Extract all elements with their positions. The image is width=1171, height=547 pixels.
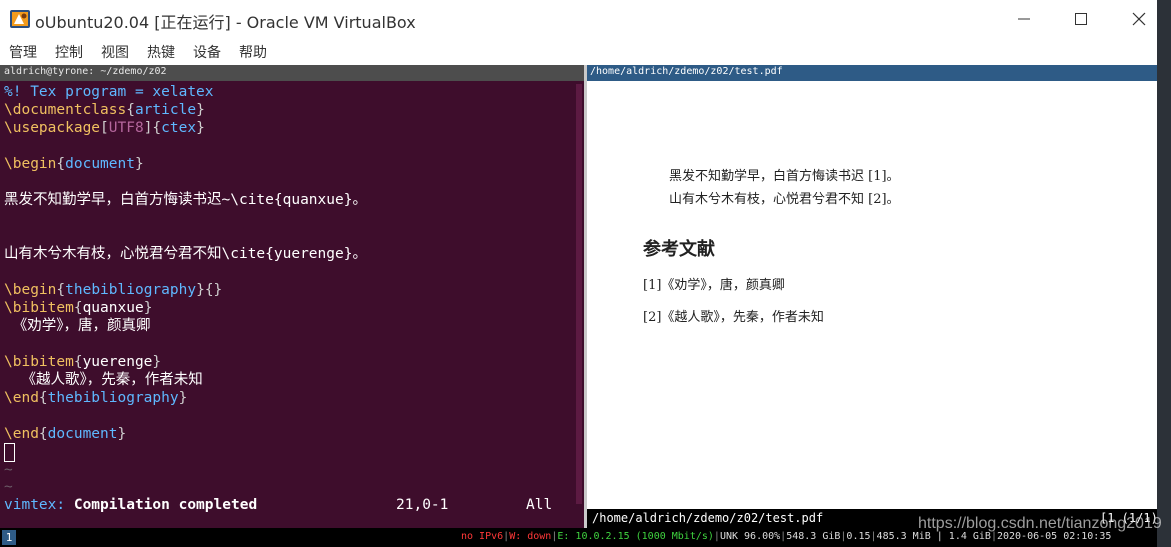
workspace-button[interactable]: 1 <box>2 530 16 545</box>
status-message: Compilation completed <box>73 497 258 513</box>
code-line: \end{thebibliography} <box>4 390 188 406</box>
vim-status-line: vimtex: Compilation completed <box>4 497 257 513</box>
code-line: 黑发不知勤学早，白首方悔读书迟~\cite{quanxue}。 <box>4 192 367 208</box>
code-line: \end{document} <box>4 426 127 442</box>
scroll-position: All <box>526 497 553 513</box>
menu-manage[interactable]: 管理 <box>9 42 37 62</box>
load-status: 0.15 <box>846 531 871 542</box>
pdf-title: /home/aldrich/zdemo/z02/test.pdf <box>590 66 783 77</box>
code-line: 《劝学》，唐，颜真卿 <box>4 318 151 334</box>
code-line: 《越人歌》，先秦，作者未知 <box>4 372 203 388</box>
maximize-icon <box>1075 13 1087 25</box>
pdf-footer-path: /home/aldrich/zdemo/z02/test.pdf <box>592 511 824 525</box>
menu-view[interactable]: 视图 <box>101 42 129 62</box>
vim-scrollbar[interactable] <box>576 84 582 504</box>
code-line: \begin{thebibliography}{} <box>4 282 223 298</box>
ipv6-status: no IPv6 <box>461 531 504 542</box>
empty-line-marker: ~ <box>4 479 13 495</box>
pdf-text-line: 山有木兮木有枝，心悦君兮君不知 [2]。 <box>669 192 900 207</box>
disk-status: 548.3 GiB <box>786 531 841 542</box>
window-title: oUbuntu20.04 [正在运行] - Oracle VM VirtualB… <box>35 13 416 32</box>
watermark: https://blog.csdn.net/tianzong2019 <box>918 515 1162 532</box>
minimize-button[interactable] <box>1007 6 1041 32</box>
terminal-title: aldrich@tyrone: ~/zdemo/z02 <box>4 66 167 77</box>
code-line: 山有木兮木有枝，心悦君兮君不知\cite{yuerenge}。 <box>4 246 367 262</box>
cursor-position: 21,0-1 <box>396 497 449 513</box>
wifi-status: W: down <box>509 531 552 542</box>
pdf-viewer[interactable] <box>587 81 1157 509</box>
status-plugin: vimtex: <box>4 497 66 513</box>
text-cursor <box>4 443 15 462</box>
desktop-edge <box>1157 0 1171 547</box>
menu-bar: 管理 控制 视图 热键 设备 帮助 <box>0 38 1157 65</box>
code-line: \usepackage[UTF8]{ctex} <box>4 120 205 136</box>
pdf-text-line: 黑发不知勤学早，白首方悔读书迟 [1]。 <box>669 169 900 184</box>
code-line: \bibitem{quanxue} <box>4 300 153 316</box>
code-line: %! Tex program = xelatex <box>4 84 214 100</box>
virtualbox-icon <box>9 9 31 29</box>
menu-devices[interactable]: 设备 <box>193 42 221 62</box>
ethernet-status: E: 10.0.2.15 (1000 Mbit/s) <box>557 531 714 542</box>
code-line: \documentclass{article} <box>4 102 205 118</box>
menu-help[interactable]: 帮助 <box>239 42 267 62</box>
pdf-reference-item: [2]《越人歌》，先秦，作者未知 <box>643 310 824 325</box>
minimize-icon <box>1018 18 1030 20</box>
pdf-references-heading: 参考文献 <box>643 239 715 260</box>
close-icon <box>1132 12 1146 26</box>
code-line: \bibitem{yuerenge} <box>4 354 162 370</box>
pdf-reference-item: [1]《劝学》，唐，颜真卿 <box>643 278 785 293</box>
menu-control[interactable]: 控制 <box>55 42 83 62</box>
menu-hotkeys[interactable]: 热键 <box>147 42 175 62</box>
battery-status: UNK 96.00% <box>719 531 781 542</box>
close-button[interactable] <box>1122 6 1156 32</box>
code-line: \begin{document} <box>4 156 144 172</box>
maximize-button[interactable] <box>1064 6 1098 32</box>
empty-line-marker: ~ <box>4 462 13 478</box>
